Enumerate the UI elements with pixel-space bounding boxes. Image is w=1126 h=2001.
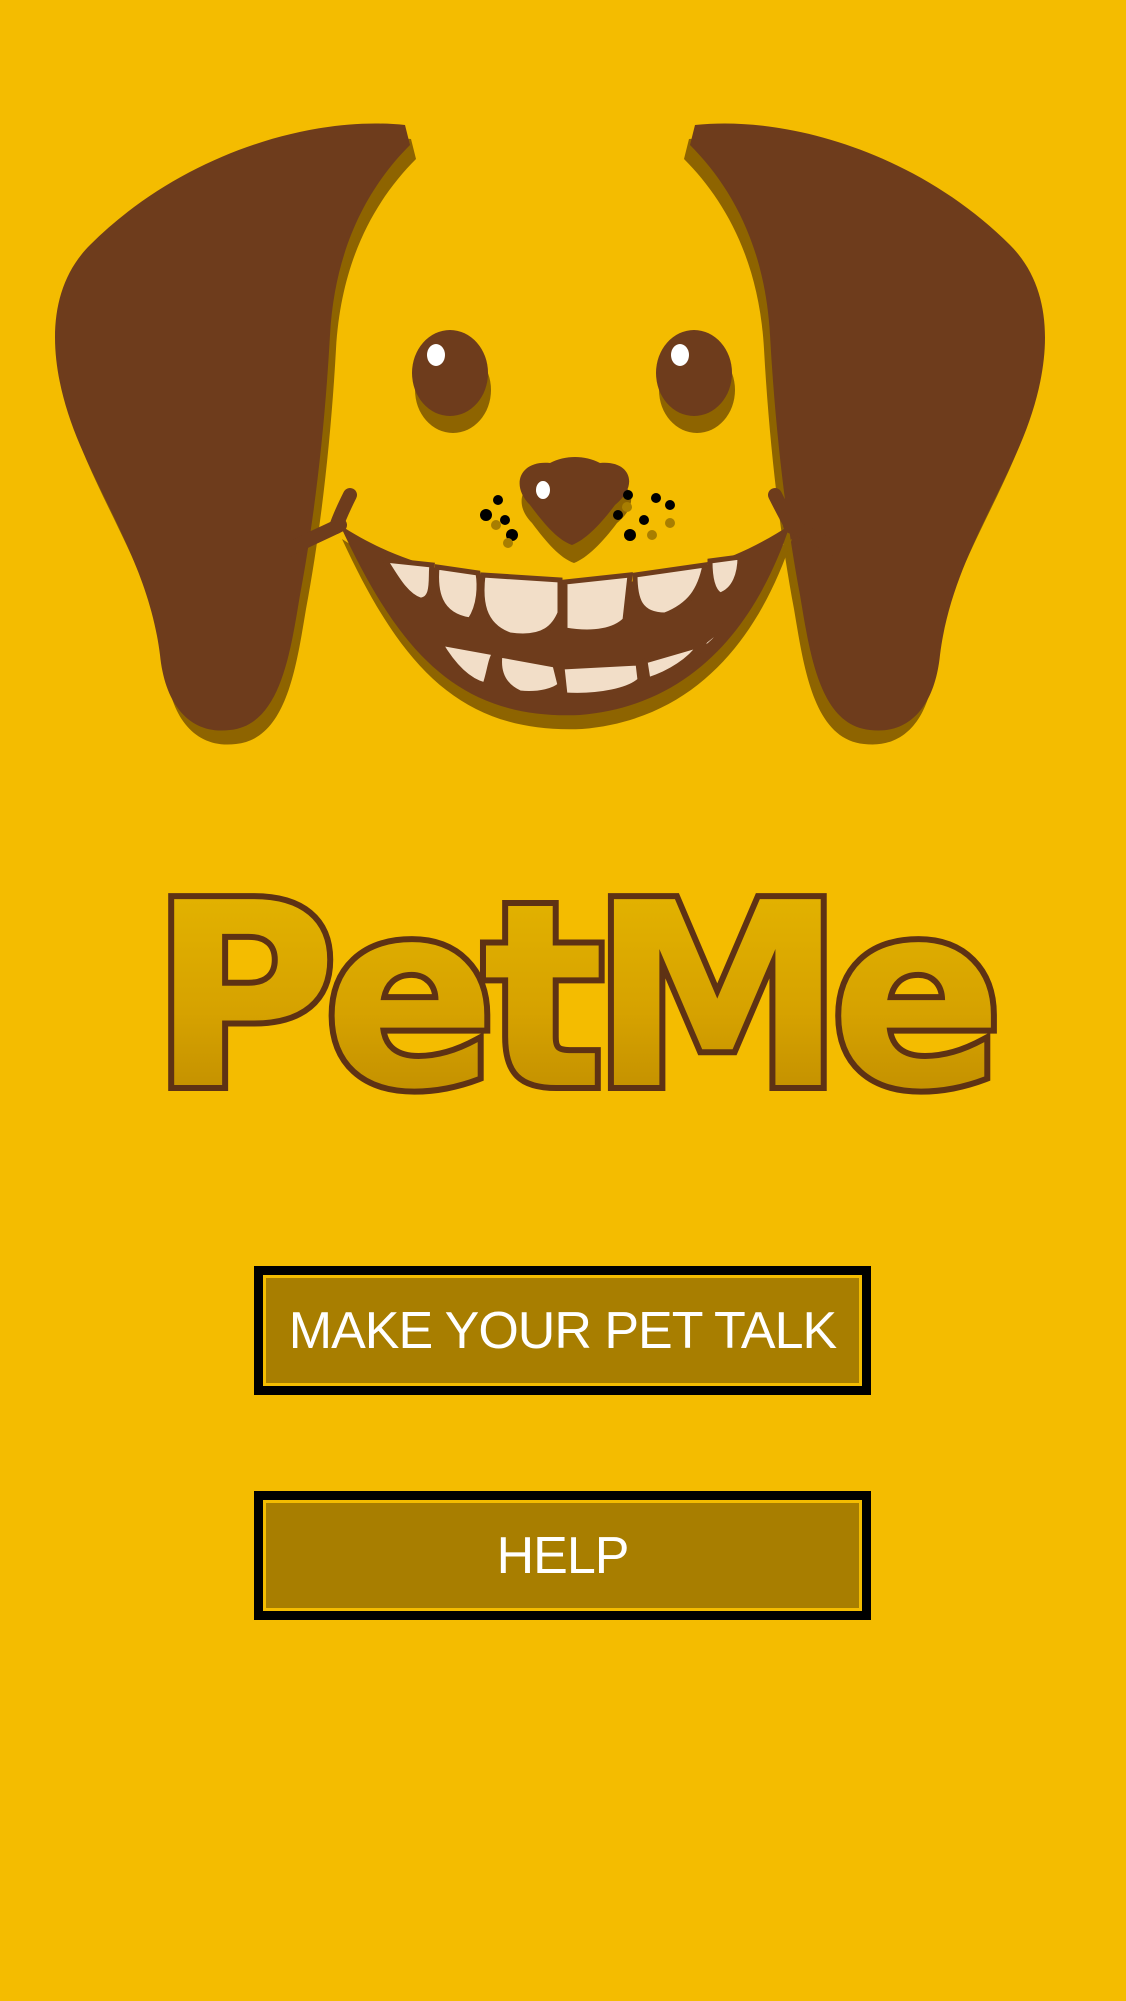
- left-eye-icon: [412, 330, 488, 416]
- home-screen: PetMe MAKE YOUR PET TALK HELP: [0, 0, 1126, 2001]
- right-ear-icon: [690, 123, 1045, 731]
- nose-icon: [519, 457, 630, 545]
- right-eye-icon: [656, 330, 732, 416]
- make-pet-talk-button[interactable]: MAKE YOUR PET TALK: [254, 1266, 871, 1395]
- dog-face-icon: [55, 123, 1045, 745]
- app-logo: PetMe: [145, 850, 1011, 1120]
- make-pet-talk-button-face: MAKE YOUR PET TALK: [263, 1275, 862, 1386]
- left-ear-icon: [55, 123, 410, 731]
- help-label: HELP: [496, 1526, 630, 1585]
- make-pet-talk-label: MAKE YOUR PET TALK: [288, 1301, 837, 1360]
- help-button[interactable]: HELP: [254, 1491, 871, 1620]
- help-button-face: HELP: [263, 1500, 862, 1611]
- app-title: PetMe: [151, 850, 991, 1120]
